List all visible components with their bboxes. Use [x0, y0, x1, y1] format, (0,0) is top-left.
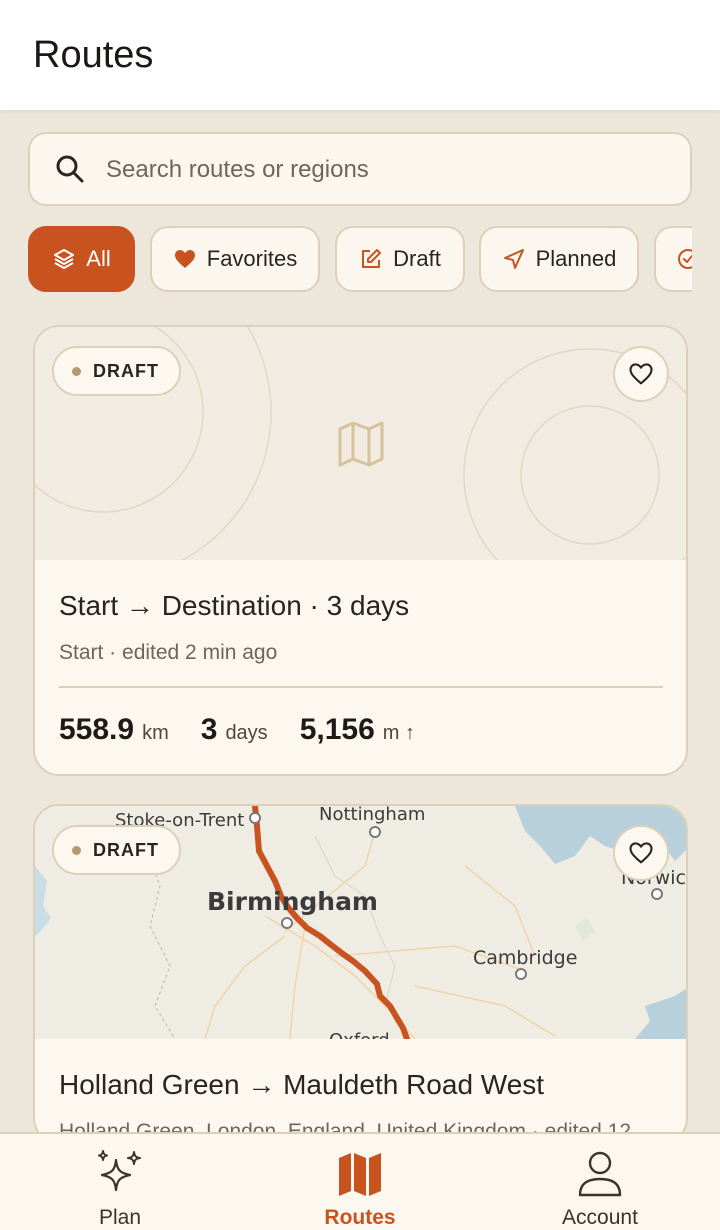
- page-title: Routes: [33, 34, 154, 76]
- route-title: Start → Destination · 3 days: [59, 590, 410, 621]
- route-subtitle: Start · edited 2 min ago: [59, 641, 278, 664]
- distance-stat: 558.9 km: [59, 713, 169, 747]
- card-divider: [59, 686, 663, 688]
- elevation-value: 5,156: [299, 713, 375, 746]
- elevation-stat: 5,156 m ↑: [300, 713, 415, 747]
- route-title: Holland Green → Mauldeth Road West: [59, 1069, 545, 1100]
- nav-item-routes[interactable]: Routes: [240, 1134, 480, 1230]
- filter-chip-favorites[interactable]: Favorites: [150, 226, 320, 292]
- nav-item-plan[interactable]: Plan: [0, 1134, 240, 1230]
- search-bar[interactable]: [28, 132, 692, 206]
- filter-chip-completed[interactable]: [654, 226, 692, 292]
- nav-label: Routes: [324, 1206, 396, 1229]
- nav-item-account[interactable]: Account: [480, 1134, 720, 1230]
- map-label-nottingham: Nottingham: [319, 806, 425, 825]
- filter-chip-label: Favorites: [206, 246, 298, 271]
- filter-chip-label: Planned: [535, 246, 617, 271]
- route-card[interactable]: DRAFT Start → Destination · 3 days Start…: [33, 325, 688, 776]
- check-circle-icon: [678, 249, 692, 269]
- nav-label: Plan: [98, 1206, 142, 1229]
- search-icon: [56, 155, 84, 183]
- status-dot: [72, 366, 81, 376]
- filter-chip-label: All: [86, 246, 111, 271]
- status-badge: DRAFT: [52, 825, 181, 875]
- heart-outline-icon: [629, 842, 653, 864]
- filter-chip-label: Draft: [393, 246, 441, 271]
- status-dot: [72, 845, 81, 855]
- distance-value: 558.9: [59, 713, 135, 746]
- edit-icon: [362, 249, 382, 268]
- sparkles-icon: [98, 1150, 141, 1192]
- map-label-cambridge: Cambridge: [473, 947, 577, 969]
- days-value: 3: [200, 713, 218, 746]
- map-label-birmingham: Birmingham: [207, 887, 378, 916]
- nav-label: Account: [562, 1206, 638, 1229]
- days-stat: 3 days: [201, 713, 268, 747]
- layers-icon: [54, 249, 75, 269]
- days-unit: days: [225, 722, 268, 744]
- heart-icon: [174, 250, 195, 268]
- distance-unit: km: [142, 722, 169, 744]
- filter-chip-planned[interactable]: Planned: [479, 226, 639, 292]
- favorite-button[interactable]: [613, 346, 669, 402]
- route-stats: 558.9 km 3 days 5,156 m ↑: [59, 713, 415, 747]
- status-badge: DRAFT: [52, 346, 181, 396]
- filter-chip-all[interactable]: All: [28, 226, 135, 292]
- route-card[interactable]: Stoke-on-Trent Nottingham Birmingham Cam…: [33, 804, 688, 1144]
- filter-chip-draft[interactable]: Draft: [335, 226, 465, 292]
- map-placeholder-icon: [338, 421, 384, 467]
- elevation-unit: m ↑: [382, 722, 415, 744]
- navigate-icon: [503, 249, 524, 269]
- app-header: Routes: [0, 0, 720, 110]
- filter-chips: All Favorites Draft Planned: [28, 226, 692, 294]
- status-badge-label: DRAFT: [93, 839, 159, 860]
- user-icon: [578, 1151, 622, 1197]
- bottom-nav: Plan Routes Account: [0, 1132, 720, 1230]
- search-input[interactable]: [106, 148, 666, 192]
- status-badge-label: DRAFT: [93, 360, 159, 381]
- favorite-button[interactable]: [613, 825, 669, 881]
- map-label-oxford: Oxford: [329, 1030, 390, 1039]
- map-icon: [339, 1153, 381, 1196]
- heart-outline-icon: [629, 363, 653, 385]
